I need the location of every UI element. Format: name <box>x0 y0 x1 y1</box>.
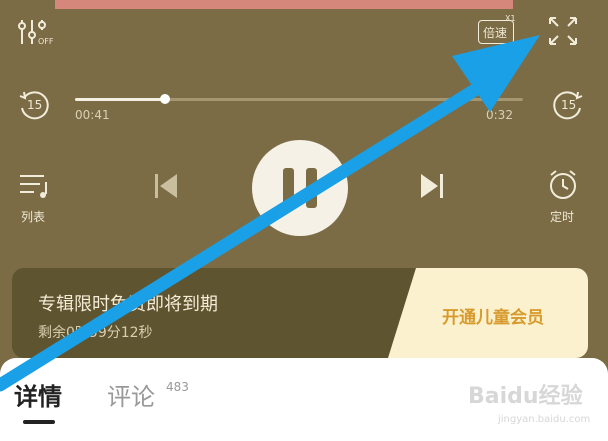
elapsed-time: 00:41 <box>75 108 110 122</box>
previous-button[interactable] <box>150 170 184 202</box>
alarm-clock-icon <box>550 170 576 199</box>
watermark-url: jingyan.baidu.com <box>498 414 591 425</box>
comment-count: 483 <box>166 380 189 394</box>
fullscreen-button[interactable] <box>546 14 582 48</box>
pause-icon-left <box>283 168 294 208</box>
equalizer-button[interactable]: OFF <box>18 18 62 50</box>
playlist-icon <box>20 175 47 198</box>
speed-button[interactable]: 倍速 X1 <box>476 14 520 46</box>
watermark-logo: Baidu经验 <box>468 384 583 409</box>
timer-label: 定时 <box>550 210 575 224</box>
fullscreen-icon <box>549 17 577 45</box>
vip-cta-label: 开通儿童会员 <box>442 308 544 328</box>
equalizer-state: OFF <box>38 37 54 46</box>
skip-next-icon <box>421 174 443 198</box>
progress-knob[interactable] <box>159 94 170 104</box>
skip-previous-icon <box>155 174 177 198</box>
playlist-label: 列表 <box>21 210 46 224</box>
speed-value: X1 <box>505 14 516 23</box>
forward-15-button[interactable]: 15 <box>550 88 586 124</box>
next-button[interactable] <box>416 170 450 202</box>
vip-banner[interactable]: 专辑限时免费即将到期 剩余0时59分12秒 开通儿童会员 <box>12 268 588 358</box>
timer-button[interactable]: 定时 <box>546 168 586 228</box>
tab-comments[interactable]: 评论 <box>107 377 155 412</box>
cover-art-edge <box>55 0 513 9</box>
forward-seconds: 15 <box>561 98 577 112</box>
pause-button[interactable] <box>252 140 348 236</box>
playlist-button[interactable]: 列表 <box>18 170 58 228</box>
progress-fill <box>75 98 165 101</box>
remaining-time: 0:32 <box>486 108 513 122</box>
vip-banner-title: 专辑限时免费即将到期 <box>38 294 218 315</box>
rewind-seconds: 15 <box>27 98 43 112</box>
rewind-15-button[interactable]: 15 <box>16 88 52 124</box>
progress-bar[interactable] <box>75 94 523 104</box>
vip-countdown: 剩余0时59分12秒 <box>38 325 153 341</box>
vip-cta-button[interactable]: 开通儿童会员 <box>388 268 588 358</box>
pause-icon-right <box>306 168 317 208</box>
active-tab-indicator <box>23 420 55 424</box>
tab-details[interactable]: 详情 <box>14 377 62 412</box>
speed-label: 倍速 <box>483 26 508 40</box>
